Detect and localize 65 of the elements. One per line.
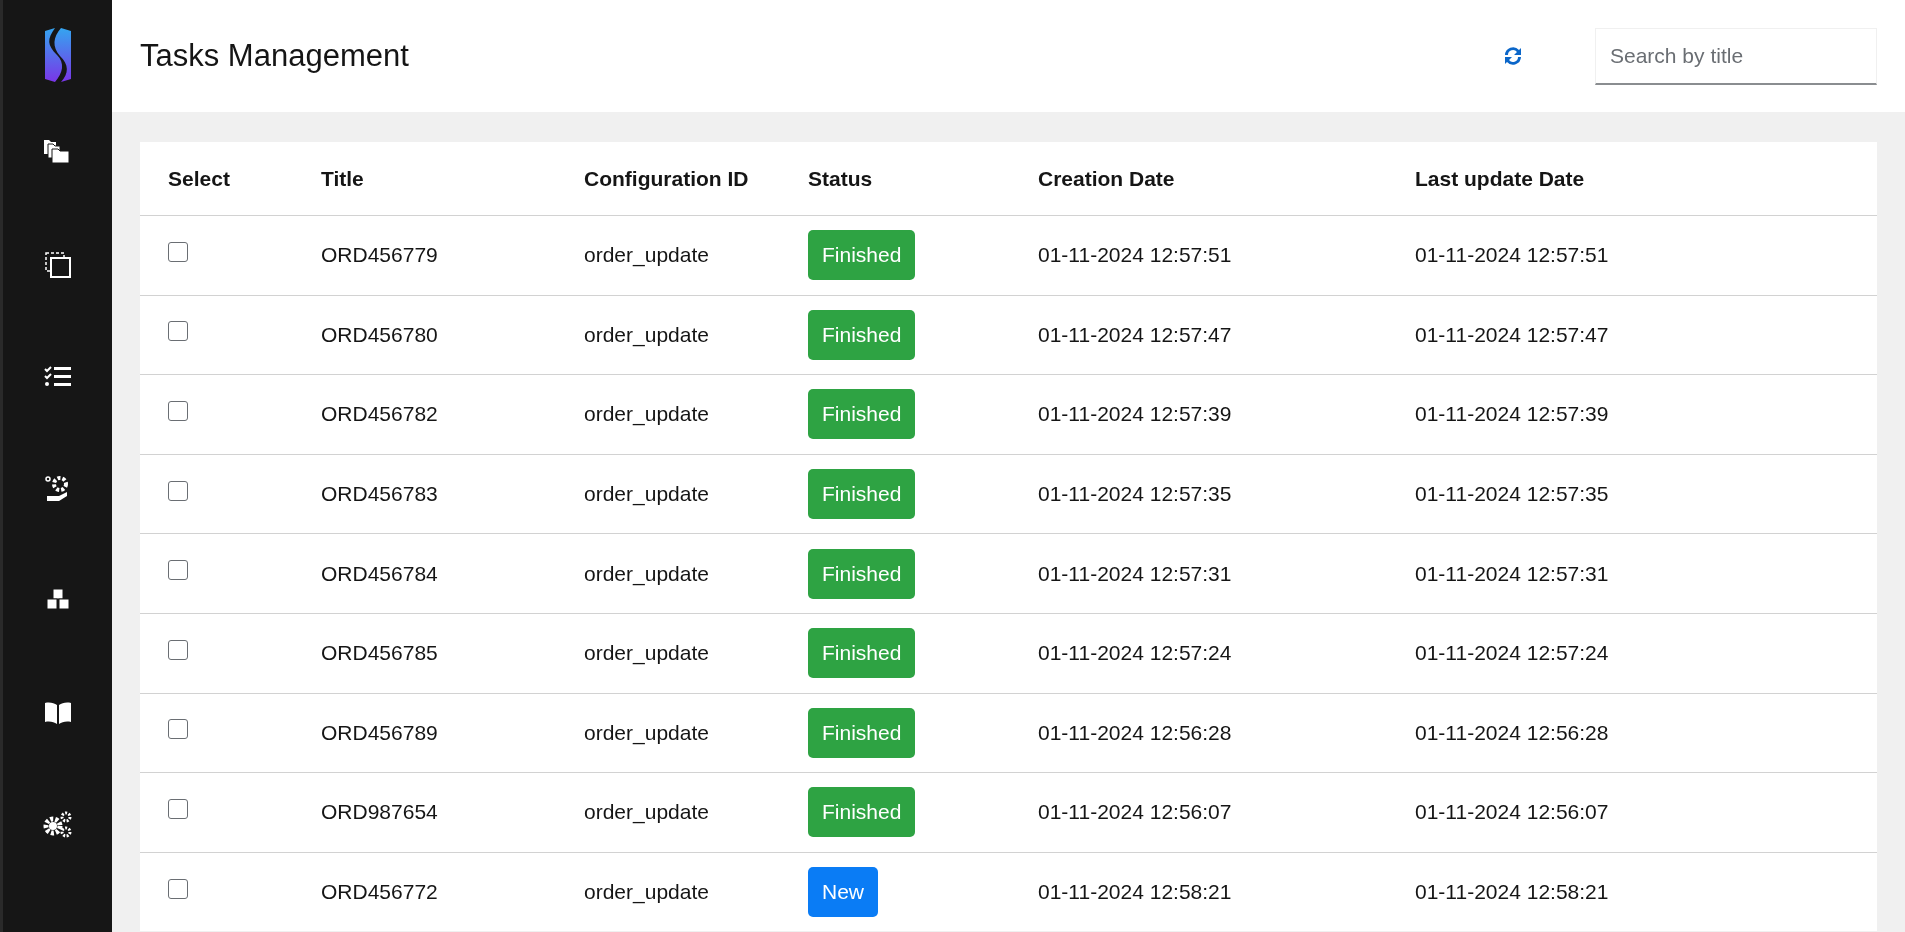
- table-cell-text: ORD987654: [321, 800, 439, 825]
- table-cell-text: ORD456782: [321, 402, 439, 427]
- status-badge: Finished: [808, 230, 916, 281]
- table-cell-text: ORD456772: [321, 880, 439, 905]
- column-header: Select: [167, 166, 231, 191]
- table-cell-text: order_update: [584, 800, 710, 825]
- column-header: Configuration ID: [584, 166, 750, 191]
- row-checkbox[interactable]: [168, 480, 188, 501]
- table-cell-text: 01-11-2024 12:57:39: [1038, 402, 1233, 427]
- row-checkbox[interactable]: [168, 798, 188, 819]
- row-checkbox[interactable]: [168, 719, 188, 740]
- table-cell-text: 01-11-2024 12:57:51: [1038, 243, 1233, 268]
- table-cell-text: 01-11-2024 12:56:28: [1415, 720, 1610, 745]
- table-cell-text: ORD456789: [321, 720, 439, 745]
- table-cell-text: 01-11-2024 12:58:21: [1038, 880, 1233, 905]
- table-cell-text: 01-11-2024 12:56:28: [1038, 720, 1233, 745]
- table-cell-text: order_update: [584, 243, 710, 268]
- column-header: Creation Date: [1038, 166, 1176, 191]
- table-cell-text: ORD456785: [321, 641, 439, 666]
- table-cell-text: 01-11-2024 12:57:35: [1415, 482, 1610, 507]
- page-title: Tasks Management: [140, 38, 410, 74]
- table-cell-text: ORD456784: [321, 561, 439, 586]
- copy-icon[interactable]: [43, 251, 72, 279]
- column-header: Last update Date: [1415, 166, 1586, 191]
- status-badge: Finished: [808, 309, 916, 360]
- status-badge: Finished: [808, 787, 916, 838]
- row-checkbox[interactable]: [168, 241, 188, 262]
- row-checkbox[interactable]: [168, 560, 188, 581]
- row-checkbox[interactable]: [168, 878, 188, 899]
- table-cell-text: order_update: [584, 402, 710, 427]
- table-cell-text: 01-11-2024 12:57:35: [1038, 482, 1233, 507]
- table-cell-text: 01-11-2024 12:58:21: [1415, 880, 1610, 905]
- status-badge: Finished: [808, 548, 916, 599]
- table-cell-text: 01-11-2024 12:57:31: [1415, 561, 1610, 586]
- table-cell-text: order_update: [584, 561, 710, 586]
- table-cell-text: 01-11-2024 12:57:24: [1038, 641, 1233, 666]
- row-checkbox[interactable]: [168, 400, 188, 421]
- table-cell-text: 01-11-2024 12:57:24: [1415, 641, 1610, 666]
- search-field[interactable]: Search by title: [1595, 27, 1877, 85]
- table-cell-text: order_update: [584, 720, 710, 745]
- row-checkbox[interactable]: [168, 639, 188, 660]
- table-cell-text: 01-11-2024 12:56:07: [1038, 800, 1233, 825]
- table-cell-text: 01-11-2024 12:56:07: [1415, 800, 1610, 825]
- status-badge: Finished: [808, 389, 916, 440]
- status-badge: New: [808, 867, 878, 918]
- logo-icon[interactable]: [42, 27, 73, 83]
- status-badge: Finished: [808, 707, 916, 758]
- table-cell-text: order_update: [584, 641, 710, 666]
- table-cell-text: 01-11-2024 12:57:51: [1415, 243, 1610, 268]
- table-cell-text: 01-11-2024 12:57:39: [1415, 402, 1610, 427]
- table-cell-text: 01-11-2024 12:57:47: [1415, 322, 1610, 347]
- status-badge: Finished: [808, 469, 916, 520]
- settings-icon[interactable]: [42, 811, 73, 839]
- table-cell-text: 01-11-2024 12:57:47: [1038, 322, 1233, 347]
- table-cell-text: 01-11-2024 12:57:31: [1038, 561, 1233, 586]
- row-checkbox[interactable]: [168, 321, 188, 342]
- table-cell-text: order_update: [584, 322, 710, 347]
- table-cell-text: ORD456779: [321, 243, 439, 268]
- table-cell-text: ORD456780: [321, 322, 439, 347]
- table-cell-text: ORD456783: [321, 482, 439, 507]
- table-cell-text: order_update: [584, 880, 710, 905]
- column-header: Status: [808, 166, 874, 191]
- status-badge: Finished: [808, 628, 916, 679]
- column-header: Title: [321, 166, 365, 191]
- table-cell-text: order_update: [584, 482, 710, 507]
